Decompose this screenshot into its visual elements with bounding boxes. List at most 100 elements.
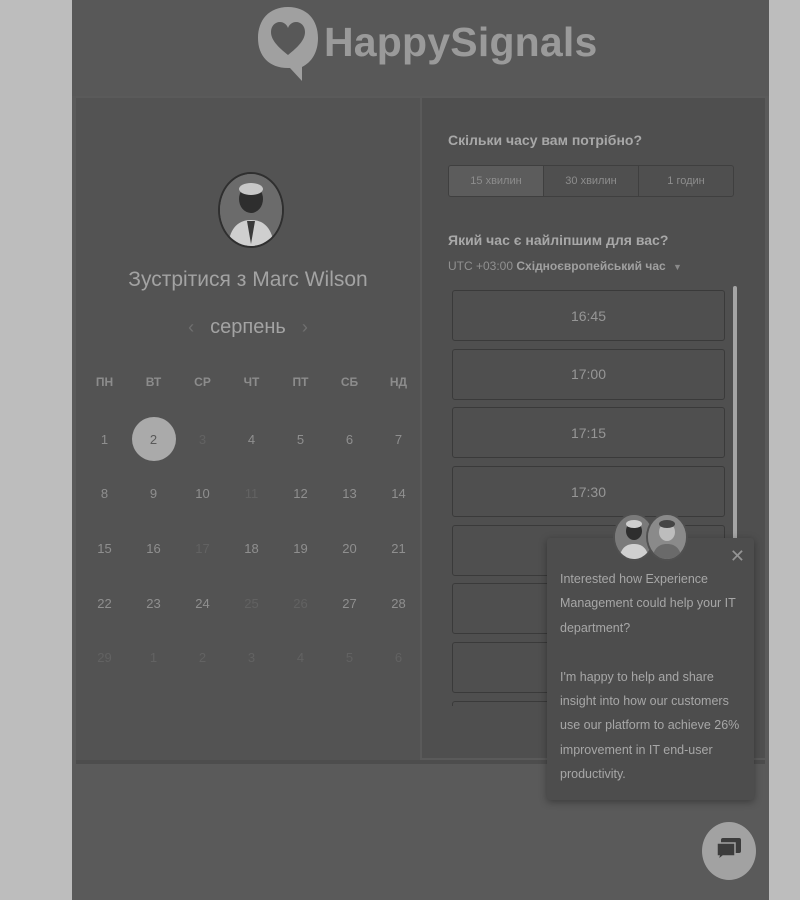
calendar-day[interactable]: 9 bbox=[129, 467, 178, 522]
time-slot[interactable]: 17:15 bbox=[452, 407, 725, 459]
calendar-day[interactable]: 6 bbox=[325, 412, 374, 467]
calendar-day[interactable]: 27 bbox=[325, 576, 374, 631]
calendar-day[interactable]: 15 bbox=[80, 521, 129, 576]
calendar-day-number: 17 bbox=[195, 540, 210, 556]
calendar-day-number: 28 bbox=[391, 595, 406, 611]
calendar-day-number: 18 bbox=[244, 540, 259, 556]
calendar-day[interactable]: 1 bbox=[80, 412, 129, 467]
calendar-day[interactable]: 21 bbox=[374, 521, 423, 576]
duration-option[interactable]: 15 хвилин bbox=[449, 166, 544, 196]
calendar-day-number: 6 bbox=[394, 650, 403, 666]
calendar-day[interactable]: 24 bbox=[178, 576, 227, 631]
calendar-day-number: 2 bbox=[198, 650, 207, 666]
calendar-day-number: 1 bbox=[100, 431, 109, 447]
calendar-day-number: 3 bbox=[247, 650, 256, 666]
caret-down-icon: ▼ bbox=[673, 262, 682, 272]
calendar-day-number: 5 bbox=[296, 431, 305, 447]
calendar-day-number: 26 bbox=[293, 595, 308, 611]
calendar-day-number: 15 bbox=[97, 540, 112, 556]
chat-bubble-icon bbox=[715, 836, 743, 867]
calendar-day-number: 12 bbox=[293, 486, 308, 502]
calendar-day-number: 11 bbox=[244, 486, 259, 502]
calendar-day-number: 24 bbox=[195, 595, 210, 611]
calendar-day[interactable]: 19 bbox=[276, 521, 325, 576]
timezone-selector[interactable]: UTC +03:00 Східноєвропейський час ▼ bbox=[448, 259, 682, 273]
weekday-label: ВТ bbox=[145, 375, 162, 389]
calendar-panel: Зустрітися з Marc Wilson ‹ серпень › ПН В… bbox=[76, 98, 420, 760]
duration-option[interactable]: 1 годин bbox=[639, 166, 733, 196]
calendar-grid: 1 2 3 4 5 6 7 8 9 10 11 12 13 14 15 16 17 18 19 20 21 22 23 24 2… bbox=[80, 412, 423, 685]
calendar-day-number: 7 bbox=[394, 431, 403, 447]
calendar-day-number: 9 bbox=[149, 486, 158, 502]
calendar-day[interactable]: 23 bbox=[129, 576, 178, 631]
time-slot[interactable]: 17:00 bbox=[452, 348, 725, 400]
calendar-day[interactable]: 22 bbox=[80, 576, 129, 631]
weekday-label: ПН bbox=[95, 375, 114, 389]
calendar-day-number: 29 bbox=[97, 650, 112, 666]
calendar-day: 2 bbox=[178, 630, 227, 685]
calendar-day-number: 8 bbox=[100, 486, 109, 502]
chat-invite-popup: ✕ Interested how Experience Management c… bbox=[547, 538, 754, 800]
header: HappySignals bbox=[72, 0, 769, 96]
calendar-day[interactable]: 5 bbox=[276, 412, 325, 467]
duration-selector: 15 хвилин 30 хвилин 1 годин bbox=[448, 165, 734, 197]
calendar-day-number: 3 bbox=[198, 431, 207, 447]
calendar-day-number: 4 bbox=[247, 431, 256, 447]
calendar-day[interactable]: 4 bbox=[227, 412, 276, 467]
current-month: серпень bbox=[210, 316, 286, 338]
weekday-label: ЧТ bbox=[243, 375, 260, 389]
weekday-label: ПТ bbox=[292, 375, 309, 389]
chat-launcher-button[interactable] bbox=[702, 822, 756, 880]
calendar-day-selected[interactable]: 2 bbox=[129, 412, 178, 467]
popup-avatars bbox=[613, 513, 689, 563]
logo-heart-bubble-icon bbox=[256, 3, 320, 81]
calendar-day[interactable]: 20 bbox=[325, 521, 374, 576]
calendar-day-number: 13 bbox=[342, 486, 357, 502]
calendar-day[interactable]: 12 bbox=[276, 467, 325, 522]
time-slot[interactable]: 17:30 bbox=[452, 466, 725, 518]
chevron-right-icon[interactable]: › bbox=[302, 317, 308, 338]
calendar-day[interactable]: 10 bbox=[178, 467, 227, 522]
calendar-day: 3 bbox=[178, 412, 227, 467]
calendar-day[interactable]: 18 bbox=[227, 521, 276, 576]
calendar-day-number: 22 bbox=[97, 595, 112, 611]
brand-logo[interactable]: HappySignals bbox=[256, 3, 598, 81]
calendar-day[interactable]: 13 bbox=[325, 467, 374, 522]
calendar-day-number: 5 bbox=[345, 650, 354, 666]
calendar-day[interactable]: 14 bbox=[374, 467, 423, 522]
calendar-day[interactable]: 16 bbox=[129, 521, 178, 576]
calendar-day: 1 bbox=[129, 630, 178, 685]
calendar-day-number: 25 bbox=[244, 595, 259, 611]
calendar-day: 4 bbox=[276, 630, 325, 685]
duration-option[interactable]: 30 хвилин bbox=[544, 166, 639, 196]
calendar-day-number: 27 bbox=[342, 595, 357, 611]
calendar-day: 5 bbox=[325, 630, 374, 685]
calendar-day: 3 bbox=[227, 630, 276, 685]
timezone-name: Східноєвропейський час bbox=[516, 259, 666, 273]
calendar-day: 26 bbox=[276, 576, 325, 631]
calendar-day-number: 19 bbox=[293, 540, 308, 556]
agent-avatar-2 bbox=[646, 513, 688, 561]
close-icon[interactable]: ✕ bbox=[730, 546, 745, 567]
month-navigation: ‹ серпень › bbox=[76, 316, 420, 339]
calendar-day-number: 6 bbox=[345, 431, 354, 447]
calendar-day[interactable]: 28 bbox=[374, 576, 423, 631]
calendar-day[interactable]: 7 bbox=[374, 412, 423, 467]
host-avatar bbox=[218, 172, 284, 248]
calendar-day-number: 10 bbox=[195, 486, 210, 502]
calendar-day-number: 1 bbox=[149, 650, 158, 666]
calendar-day: 11 bbox=[227, 467, 276, 522]
calendar-day: 29 bbox=[80, 630, 129, 685]
popup-message: Interested how Experience Management cou… bbox=[560, 567, 742, 787]
calendar-day-number: 21 bbox=[391, 540, 406, 556]
calendar-day-number: 2 bbox=[149, 431, 158, 447]
popup-paragraph-1: Interested how Experience Management cou… bbox=[560, 572, 736, 635]
weekday-header: ПН ВТ СР ЧТ ПТ СБ НД bbox=[80, 375, 423, 389]
time-slot[interactable]: 16:45 bbox=[452, 290, 725, 341]
calendar-day: 25 bbox=[227, 576, 276, 631]
calendar-day-number: 16 bbox=[146, 540, 161, 556]
host-name: Marc Wilson bbox=[252, 268, 368, 291]
chevron-left-icon[interactable]: ‹ bbox=[188, 317, 194, 338]
calendar-day-number: 4 bbox=[296, 650, 305, 666]
calendar-day[interactable]: 8 bbox=[80, 467, 129, 522]
